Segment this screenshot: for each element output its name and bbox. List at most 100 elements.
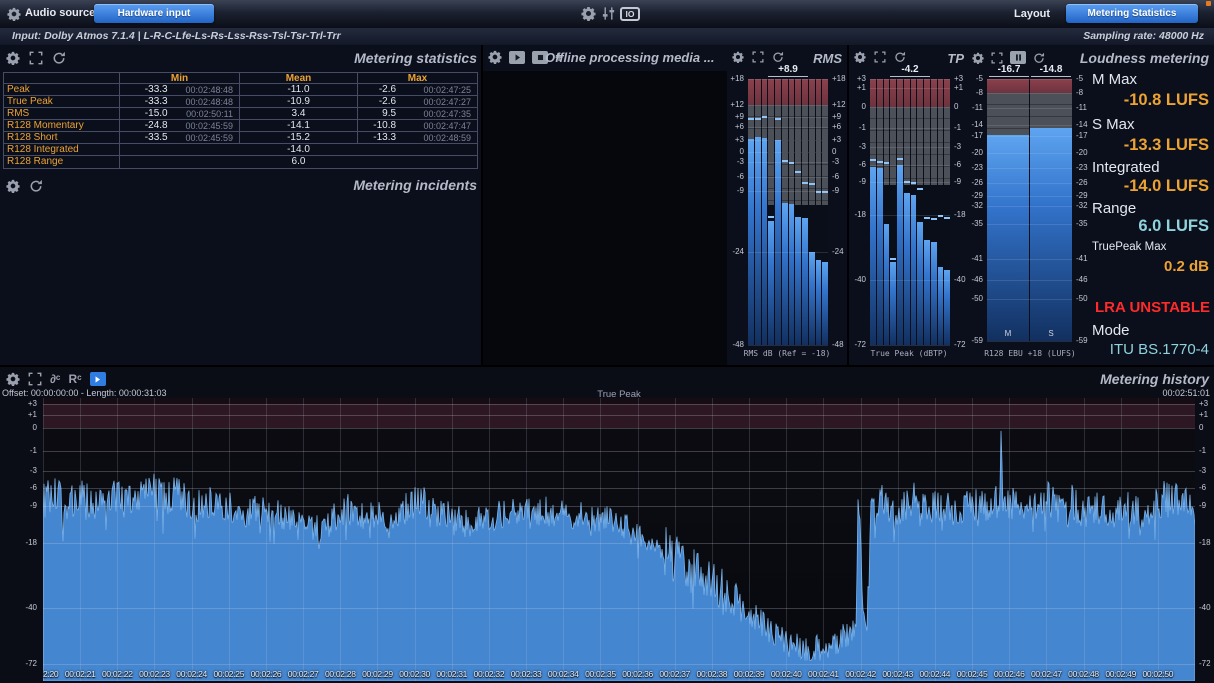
scale-tick-label: -26: [969, 179, 986, 187]
rms-gear-icon[interactable]: [732, 51, 744, 63]
stats-min-value: -33.5: [120, 132, 168, 143]
scale-tick-label: -20: [969, 149, 986, 157]
incidents-gear-icon[interactable]: [6, 179, 20, 193]
mixer-sliders-icon[interactable]: [601, 6, 616, 21]
meter-red-zone: [782, 79, 788, 105]
channel-label: S: [1030, 329, 1072, 338]
scale-tick-label: -40: [952, 276, 969, 284]
meter-bar: [938, 267, 944, 345]
stats-max-cell: -13.300:02:48:59: [358, 132, 477, 144]
scale-tick-label: 0: [952, 103, 969, 111]
meter-gridline: [870, 128, 950, 129]
audio-source-gear-icon[interactable]: [7, 7, 21, 21]
meter-channel-column: [870, 79, 876, 345]
scale-tick-label: -5: [969, 75, 986, 83]
meter-bar: [809, 252, 815, 345]
rms-scale-left: +18+12+9+6+30-3-6-9-24-48: [727, 79, 747, 345]
meter-bar: [877, 168, 883, 345]
rms-reset-icon[interactable]: [772, 51, 784, 63]
loudness-expand-icon[interactable]: [991, 52, 1003, 64]
stats-gear-icon[interactable]: [6, 51, 20, 65]
history-gridline: [1009, 398, 1010, 681]
offline-gear-icon[interactable]: [488, 50, 502, 64]
loudness-pause-icon[interactable]: [1010, 51, 1026, 64]
loudness-reset-icon[interactable]: [1033, 52, 1045, 64]
peak-hold-indicator: [877, 161, 883, 163]
meter-channel-column: [782, 79, 788, 345]
scale-tick-label: 0: [849, 103, 869, 111]
truepeak-max-label: TruePeak Max: [1092, 241, 1166, 253]
meter-gridline: [748, 252, 828, 253]
scale-tick-label: +1: [0, 411, 40, 419]
history-gridline: [229, 398, 230, 681]
scale-tick-label: -18: [849, 211, 869, 219]
history-graph[interactable]: 00:02:2000:02:2100:02:2200:02:2300:02:24…: [43, 398, 1195, 681]
history-rc-icon[interactable]: Rᶜ: [69, 372, 82, 386]
meter-bar: [924, 240, 930, 345]
history-gridline: [303, 398, 304, 681]
history-play-icon[interactable]: [90, 372, 106, 386]
scale-tick-label: -14: [1074, 121, 1090, 129]
tp-expand-icon[interactable]: [874, 51, 886, 63]
stats-max-cell: -2.600:02:47:27: [358, 96, 477, 108]
meter-gridline: [987, 125, 1072, 126]
meter-gridline: [748, 105, 828, 106]
scale-tick-label: +3: [952, 75, 969, 83]
scale-tick-label: -1: [0, 447, 40, 455]
tp-gear-icon[interactable]: [854, 51, 866, 63]
history-gridline: [563, 398, 564, 681]
meter-gray-zone: [775, 105, 781, 140]
rms-expand-icon[interactable]: [752, 51, 764, 63]
history-gridline: [340, 398, 341, 681]
history-expand-icon[interactable]: [28, 372, 42, 386]
meter-channel-column: [917, 79, 923, 345]
scale-tick-label: -1: [952, 124, 969, 132]
history-gridline: [972, 398, 973, 681]
tp-scale-right: +3+10-1-3-6-9-18-40-72: [952, 79, 969, 345]
history-gridline: [43, 506, 1195, 507]
incidents-reset-icon[interactable]: [29, 179, 43, 193]
peak-hold-indicator: [809, 183, 815, 185]
io-routing-icon[interactable]: IO: [620, 7, 640, 21]
history-gridline: [1046, 398, 1047, 681]
history-gridline: [526, 398, 527, 681]
stats-row-label: R128 Integrated: [4, 144, 120, 156]
stats-reset-icon[interactable]: [52, 51, 66, 65]
offline-play-icon[interactable]: [509, 51, 525, 64]
meter-gray-zone: [987, 93, 1029, 135]
loudness-meter-bars: MS: [987, 79, 1072, 341]
meter-bar: [1030, 128, 1072, 341]
scale-tick-label: -14: [969, 121, 986, 129]
stats-expand-icon[interactable]: [29, 51, 43, 65]
scale-tick-label: -9: [830, 187, 847, 195]
meter-gridline: [870, 79, 950, 80]
scale-tick-label: +9: [830, 113, 847, 121]
scale-tick-label: -20: [1074, 149, 1090, 157]
history-dc-icon[interactable]: ∂ᶜ: [50, 372, 61, 386]
rms-max-value: +8.9: [768, 64, 808, 77]
metering-statistics-button[interactable]: Metering Statistics: [1066, 4, 1198, 23]
tp-reset-icon[interactable]: [894, 51, 906, 63]
history-gridline: [43, 471, 1195, 472]
meter-gridline: [748, 191, 828, 192]
scale-tick-label: -50: [969, 295, 986, 303]
history-gear-icon[interactable]: [6, 372, 20, 386]
meter-gridline: [748, 117, 828, 118]
loudness-gear-icon[interactable]: [972, 52, 984, 64]
scale-tick-label: -6: [849, 161, 869, 169]
meter-red-zone: [911, 79, 917, 107]
scale-tick-label: +1: [849, 84, 869, 92]
settings-gear-icon[interactable]: [581, 6, 596, 21]
scale-tick-label: -46: [1074, 276, 1090, 284]
scale-tick-label: -6: [1197, 484, 1214, 492]
stats-row-label: R128 Short: [4, 132, 120, 144]
scale-tick-label: -8: [969, 89, 986, 97]
scale-tick-label: -48: [830, 341, 847, 349]
table-row: RMS-15.000:02:50:113.49.500:02:47:35: [4, 108, 477, 120]
hardware-input-button[interactable]: Hardware input: [94, 4, 214, 23]
stats-min-cell: -33.300:02:48:48: [120, 96, 240, 108]
channel-label: M: [987, 329, 1029, 338]
stats-max-value: -2.6: [358, 96, 396, 107]
meter-bar: [870, 167, 876, 345]
layout-label[interactable]: Layout: [1014, 8, 1050, 20]
